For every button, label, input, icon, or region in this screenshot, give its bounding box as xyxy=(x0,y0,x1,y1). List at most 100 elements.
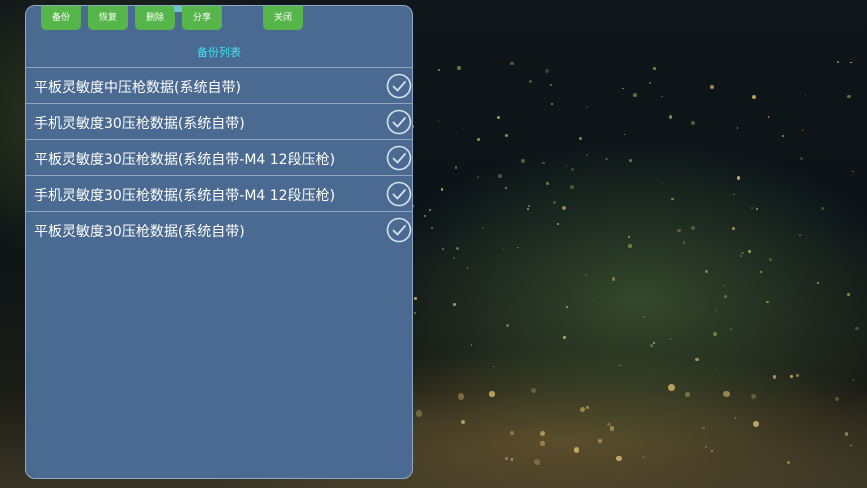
bokeh-particle xyxy=(455,246,460,251)
bokeh-particle xyxy=(544,69,549,73)
bokeh-particle xyxy=(437,68,441,72)
bokeh-particle xyxy=(768,257,772,261)
check-circle-icon[interactable] xyxy=(386,145,412,171)
bokeh-particle xyxy=(461,419,466,424)
delete-button[interactable]: 删除 xyxy=(135,6,175,30)
bokeh-particle xyxy=(715,369,718,372)
bokeh-particle xyxy=(584,274,587,277)
bokeh-particle xyxy=(723,390,730,398)
bokeh-particle xyxy=(642,316,645,319)
bokeh-particle xyxy=(723,294,728,299)
bokeh-particle xyxy=(530,388,536,394)
bokeh-particle xyxy=(452,303,456,307)
bokeh-particle xyxy=(592,297,595,300)
restore-button[interactable]: 恢复 xyxy=(88,6,128,30)
bokeh-particle xyxy=(622,87,624,90)
bokeh-particle xyxy=(586,153,589,156)
bokeh-particle xyxy=(527,208,529,211)
bokeh-particle xyxy=(550,102,554,106)
bokeh-particle xyxy=(855,326,859,331)
bokeh-particle xyxy=(836,60,839,63)
bokeh-particle xyxy=(517,246,519,249)
bokeh-particle xyxy=(741,251,744,255)
bokeh-particle xyxy=(454,166,458,169)
bokeh-particle xyxy=(684,391,691,398)
bokeh-particle xyxy=(691,121,695,126)
list-item[interactable]: 平板灵敏度中压枪数据(系统自带) xyxy=(26,67,412,103)
bokeh-particle xyxy=(705,445,707,448)
bokeh-particle xyxy=(497,174,502,179)
list-item-label: 平板灵敏度中压枪数据(系统自带) xyxy=(34,80,241,96)
check-circle-icon[interactable] xyxy=(386,181,412,207)
bokeh-particle xyxy=(466,267,469,269)
bokeh-particle xyxy=(704,269,709,274)
bokeh-particle xyxy=(713,357,715,359)
bokeh-particle xyxy=(618,364,621,367)
bokeh-particle xyxy=(729,328,732,331)
bokeh-particle xyxy=(767,116,770,118)
list-item[interactable]: 平板灵敏度30压枪数据(系统自带-M4 12段压枪) xyxy=(26,139,412,175)
check-circle-icon[interactable] xyxy=(386,73,412,99)
bokeh-particle xyxy=(616,456,622,462)
bokeh-particle xyxy=(799,233,802,237)
bokeh-particle xyxy=(482,227,485,229)
bokeh-particle xyxy=(540,441,546,446)
bokeh-particle xyxy=(808,204,811,207)
bokeh-particle xyxy=(496,116,500,120)
bokeh-particle xyxy=(795,373,799,377)
bokeh-particle xyxy=(731,226,736,231)
bokeh-particle xyxy=(510,458,514,461)
bokeh-particle xyxy=(847,94,851,99)
close-button[interactable]: 关闭 xyxy=(263,6,303,30)
bokeh-particle xyxy=(505,133,509,137)
backup-panel: 备份 恢复 删除 分享 关闭 备份列表 平板灵敏度中压枪数据(系统自带) 手机灵… xyxy=(25,5,413,479)
bokeh-particle xyxy=(571,167,574,171)
bokeh-particle xyxy=(578,137,582,141)
list-item[interactable]: 手机灵敏度30压枪数据(系统自带-M4 12段压枪) xyxy=(26,175,412,211)
list-item[interactable]: 平板灵敏度30压枪数据(系统自带) xyxy=(26,211,412,247)
bokeh-particle xyxy=(539,430,545,436)
bokeh-particle xyxy=(733,194,735,196)
bokeh-particle xyxy=(835,397,839,401)
backup-button[interactable]: 备份 xyxy=(41,6,81,30)
bokeh-particle xyxy=(549,83,552,86)
bokeh-particle xyxy=(521,159,525,163)
bokeh-particle xyxy=(661,95,663,98)
list-item-label: 平板灵敏度30压枪数据(系统自带) xyxy=(34,224,245,240)
bokeh-particle xyxy=(852,379,855,381)
bokeh-particle xyxy=(802,130,804,132)
bokeh-particle xyxy=(625,295,627,297)
bokeh-particle xyxy=(423,214,427,218)
bokeh-particle xyxy=(430,226,433,229)
bokeh-particle xyxy=(716,134,718,136)
bokeh-particle xyxy=(648,82,651,85)
bokeh-particle xyxy=(781,134,784,137)
bokeh-particle xyxy=(786,460,790,465)
bokeh-particle xyxy=(737,127,739,129)
bokeh-particle xyxy=(505,323,510,328)
bokeh-particle xyxy=(847,293,851,297)
bokeh-particle xyxy=(715,309,717,311)
bokeh-particle xyxy=(504,456,508,460)
bokeh-particle xyxy=(683,241,686,244)
bokeh-particle xyxy=(477,138,480,141)
bokeh-particle xyxy=(702,427,705,430)
bokeh-particle xyxy=(816,281,820,285)
list-title: 备份列表 xyxy=(197,46,241,59)
bokeh-particle xyxy=(844,432,849,436)
bokeh-particle xyxy=(611,276,616,281)
bokeh-particle xyxy=(470,344,473,346)
bokeh-particle xyxy=(752,420,760,428)
bokeh-particle xyxy=(669,337,673,341)
bokeh-particle xyxy=(790,375,793,379)
list-item-label: 手机灵敏度30压枪数据(系统自带) xyxy=(34,116,245,132)
bokeh-particle xyxy=(642,456,645,458)
check-circle-icon[interactable] xyxy=(386,217,412,243)
share-button[interactable]: 分享 xyxy=(182,6,222,30)
check-circle-icon[interactable] xyxy=(386,109,412,135)
bokeh-particle xyxy=(462,129,464,131)
bokeh-particle xyxy=(534,459,540,465)
bokeh-particle xyxy=(609,426,615,431)
bokeh-particle xyxy=(579,406,585,413)
list-item[interactable]: 手机灵敏度30压枪数据(系统自带) xyxy=(26,103,412,139)
